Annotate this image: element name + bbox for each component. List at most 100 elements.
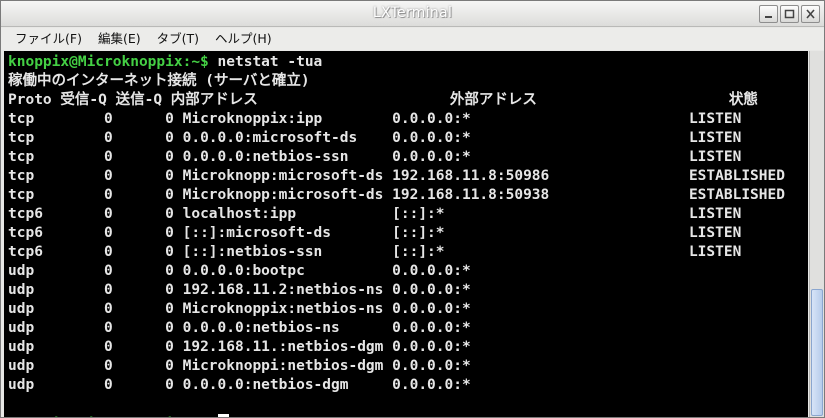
row-foreign-address: 0.0.0.0:* — [392, 149, 689, 165]
row-local-address: localhost:ipp — [182, 206, 393, 222]
row-foreign-address: 192.168.11.8:50986 — [392, 168, 689, 184]
table-row: udp 0 0 192.168.11.:netbios-dgm 0.0.0.0:… — [8, 339, 689, 355]
table-row: udp 0 0 0.0.0.0:bootpc 0.0.0.0:* — [8, 263, 689, 279]
row-foreign-address: 0.0.0.0:* — [392, 358, 689, 374]
row-state: ESTABLISHED — [688, 168, 785, 184]
row-counts: tcp6 0 0 — [8, 206, 183, 222]
row-local-address: Microknoppix:netbios-ns — [182, 301, 393, 317]
row-local-address: [::]:netbios-ssn — [182, 244, 393, 260]
row-counts: tcp 0 0 — [8, 111, 183, 127]
row-counts: udp 0 0 — [8, 377, 183, 393]
netstat-col-send-q: 送信-Q — [115, 92, 163, 108]
row-foreign-address: [::]:* — [392, 244, 689, 260]
row-state: LISTEN — [688, 130, 742, 146]
row-local-address: 0.0.0.0:netbios-ssn — [182, 149, 393, 165]
row-foreign-address: 0.0.0.0:* — [392, 111, 689, 127]
maximize-icon — [784, 9, 795, 19]
netstat-rows: tcp 0 0 Microknoppix:ipp 0.0.0.0:* LISTE… — [8, 111, 785, 393]
row-foreign-address: [::]:* — [392, 206, 689, 222]
row-local-address: 0.0.0.0:bootpc — [182, 263, 393, 279]
row-local-address: Microknopp:microsoft-ds — [182, 187, 393, 203]
row-counts: udp 0 0 — [8, 301, 183, 317]
row-state: LISTEN — [688, 225, 742, 241]
row-local-address: 0.0.0.0:netbios-dgm — [182, 377, 393, 393]
table-row: tcp 0 0 0.0.0.0:netbios-ssn 0.0.0.0:* LI… — [8, 149, 741, 165]
vertical-scrollbar[interactable] — [809, 51, 824, 417]
netstat-column-header: Proto 受信-Q 送信-Q 内部アドレス 外部アドレス 状態 — [8, 92, 758, 108]
row-foreign-address: 0.0.0.0:* — [392, 263, 689, 279]
row-local-address: 192.168.11.:netbios-dgm — [182, 339, 393, 355]
row-counts: udp 0 0 — [8, 358, 183, 374]
terminal-window: LXTerminal ファイル(F) 編集(E) タブ(T) ヘルプ(H) kn… — [0, 0, 825, 418]
table-row: tcp6 0 0 [::]:microsoft-ds [::]:* LISTEN — [8, 225, 741, 241]
row-foreign-address: 0.0.0.0:* — [392, 320, 689, 336]
terminal-output[interactable]: knoppix@Microknoppix:~$ netstat -tua 稼働中… — [4, 51, 808, 417]
row-local-address: Microknoppi:netbios-dgm — [182, 358, 393, 374]
netstat-col-proto: Proto — [8, 92, 52, 108]
row-counts: tcp 0 0 — [8, 149, 183, 165]
row-state: LISTEN — [688, 244, 742, 260]
minimize-icon — [765, 16, 772, 18]
table-row: tcp6 0 0 localhost:ipp [::]:* LISTEN — [8, 206, 741, 222]
row-counts: udp 0 0 — [8, 282, 183, 298]
row-local-address: 192.168.11.2:netbios-ns — [182, 282, 393, 298]
table-row: udp 0 0 Microknoppi:netbios-dgm 0.0.0.0:… — [8, 358, 689, 374]
text-cursor — [217, 414, 229, 417]
row-local-address: 0.0.0.0:netbios-ns — [182, 320, 393, 336]
row-counts: tcp6 0 0 — [8, 225, 183, 241]
row-foreign-address: 192.168.11.8:50938 — [392, 187, 689, 203]
close-icon — [806, 9, 815, 19]
row-counts: tcp 0 0 — [8, 168, 183, 184]
shell-prompt: knoppix@Microknoppix:~$ — [8, 54, 209, 70]
row-state: LISTEN — [688, 206, 742, 222]
row-local-address: Microknoppix:ipp — [182, 111, 393, 127]
table-row: tcp 0 0 0.0.0.0:microsoft-ds 0.0.0.0:* L… — [8, 130, 741, 146]
row-counts: tcp 0 0 — [8, 130, 183, 146]
table-row: udp 0 0 192.168.11.2:netbios-ns 0.0.0.0:… — [8, 282, 689, 298]
window-controls — [759, 5, 820, 23]
menu-file[interactable]: ファイル(F) — [7, 29, 90, 49]
table-row: tcp 0 0 Microknopp:microsoft-ds 192.168.… — [8, 187, 785, 203]
row-local-address: 0.0.0.0:microsoft-ds — [182, 130, 393, 146]
table-row: tcp6 0 0 [::]:netbios-ssn [::]:* LISTEN — [8, 244, 741, 260]
command-text: netstat -tua — [208, 54, 323, 70]
shell-prompt-current: knoppix@Microknoppix:~$ — [8, 416, 209, 417]
row-state: ESTABLISHED — [688, 187, 785, 203]
row-state: LISTEN — [688, 149, 742, 165]
netstat-col-foreign-address: 外部アドレス — [449, 92, 537, 108]
row-state: LISTEN — [688, 111, 742, 127]
menu-bar: ファイル(F) 編集(E) タブ(T) ヘルプ(H) — [1, 28, 824, 50]
table-row: tcp 0 0 Microknoppix:ipp 0.0.0.0:* LISTE… — [8, 111, 741, 127]
table-row: udp 0 0 0.0.0.0:netbios-dgm 0.0.0.0:* — [8, 377, 689, 393]
netstat-col-local-address: 内部アドレス — [170, 92, 258, 108]
row-counts: udp 0 0 — [8, 339, 183, 355]
close-button[interactable] — [801, 5, 820, 23]
menu-help[interactable]: ヘルプ(H) — [207, 29, 280, 49]
netstat-col-state: 状態 — [728, 92, 758, 108]
row-counts: udp 0 0 — [8, 320, 183, 336]
window-title: LXTerminal — [372, 5, 453, 21]
maximize-button[interactable] — [780, 5, 799, 23]
netstat-col-recv-q: 受信-Q — [60, 92, 107, 108]
row-foreign-address: 0.0.0.0:* — [392, 282, 689, 298]
row-foreign-address: 0.0.0.0:* — [392, 130, 689, 146]
row-counts: tcp 0 0 — [8, 187, 183, 203]
row-local-address: Microknopp:microsoft-ds — [182, 168, 393, 184]
title-bar[interactable]: LXTerminal — [1, 1, 824, 27]
terminal-text: knoppix@Microknoppix:~$ netstat -tua 稼働中… — [4, 51, 808, 417]
row-foreign-address: 0.0.0.0:* — [392, 301, 689, 317]
row-counts: tcp6 0 0 — [8, 244, 183, 260]
row-foreign-address: [::]:* — [392, 225, 689, 241]
table-row: udp 0 0 Microknoppix:netbios-ns 0.0.0.0:… — [8, 301, 689, 317]
table-row: tcp 0 0 Microknopp:microsoft-ds 192.168.… — [8, 168, 785, 184]
row-local-address: [::]:microsoft-ds — [182, 225, 393, 241]
minimize-button[interactable] — [759, 5, 778, 23]
row-counts: udp 0 0 — [8, 263, 183, 279]
scrollbar-thumb[interactable] — [811, 289, 823, 416]
menu-tabs[interactable]: タブ(T) — [149, 29, 207, 49]
row-foreign-address: 0.0.0.0:* — [392, 377, 689, 393]
netstat-header-line: 稼働中のインターネット接続 (サーバと確立) — [8, 73, 310, 89]
menu-edit[interactable]: 編集(E) — [90, 29, 149, 49]
row-foreign-address: 0.0.0.0:* — [392, 339, 689, 355]
table-row: udp 0 0 0.0.0.0:netbios-ns 0.0.0.0:* — [8, 320, 689, 336]
